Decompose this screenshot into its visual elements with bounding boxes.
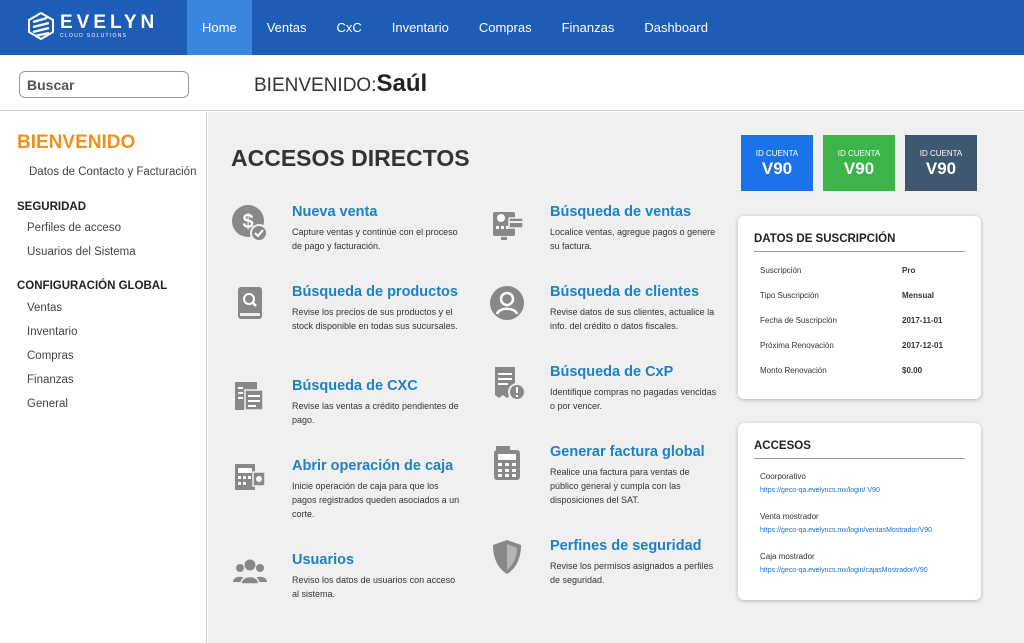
nav-cxc[interactable]: CxC [321,0,376,55]
badge-label: ID CUENTA [837,149,881,158]
sidebar-item-ventas[interactable]: Ventas [27,302,62,314]
shortcut-title[interactable]: Generar factura global [550,444,705,460]
shortcut-desc: Revise los permisos asignados a perfiles… [550,561,714,585]
sidebar-item-system-users[interactable]: Usuarios del Sistema [27,246,136,258]
subscription-key: Tipo Suscripción [760,291,819,300]
users-icon [233,559,267,585]
shortcut-desc: Inicie operación de caja para que los pa… [292,481,460,519]
shortcut-title[interactable]: Abrir operación de caja [292,458,453,474]
account-id-badge[interactable]: ID CUENTA V90 [905,135,977,191]
sidebar-item-access-profiles[interactable]: Perfiles de acceso [27,222,121,234]
subscription-key: Próxima Renovación [760,341,834,350]
divider [754,251,965,252]
shortcut-title[interactable]: Búsqueda de clientes [550,284,699,300]
divider [754,458,965,459]
welcome-prefix: BIENVENIDO: [254,75,377,96]
sidebar-item-finanzas[interactable]: Finanzas [27,374,74,386]
brand-logo[interactable]: EVELYN CLOUD SOLUTIONS [28,12,158,40]
sidebar-heading-config: CONFIGURACIÓN GLOBAL [17,280,168,292]
shortcut-desc: Realice una factura para ventas de públi… [550,467,690,505]
nav-dashboard[interactable]: Dashboard [629,0,723,55]
shortcut-desc: Identifique compras no pagadas vencidas … [550,387,717,411]
sidebar-item-contact[interactable]: Datos de Contacto y Facturación [29,166,196,178]
shortcut-desc: Capture ventas y continúe con el proceso… [292,227,458,251]
access-link[interactable]: https://geco-qa.evelyncs.mx/login/cajasM… [760,567,928,574]
brand-tagline: CLOUD SOLUTIONS [60,33,128,39]
header-row [0,55,1024,111]
welcome-user: Saúl [376,70,428,97]
brand-name: EVELYN [60,12,159,33]
nav-inventario[interactable]: Inventario [377,0,464,55]
shortcut-title[interactable]: Perfines de seguridad [550,538,702,554]
sidebar-item-general[interactable]: General [27,398,68,410]
nav-compras[interactable]: Compras [464,0,547,55]
welcome-message: BIENVENIDO:Saúl [254,70,427,98]
badge-label: ID CUENTA [755,149,799,158]
access-label: Caja mostrador [760,552,815,561]
account-id-badge[interactable]: ID CUENTA V90 [741,135,813,191]
access-link[interactable]: https://geco-qa.evelyncs.mx/login/ventas… [760,527,932,534]
shortcut-desc: Reviso los datos de usuarios con acceso … [292,575,456,599]
access-label: Coorporativo [760,472,806,481]
main-nav: Home Ventas CxC Inventario Compras Finan… [187,0,723,55]
subscription-key: Monto Renovación [760,366,827,375]
access-label: Venta mostrador [760,512,819,521]
subscription-key: Fecha de Suscripción [760,316,837,325]
badge-label: ID CUENTA [919,149,963,158]
cash-register-icon [235,464,266,490]
logo-icon [28,12,54,40]
nav-ventas[interactable]: Ventas [252,0,322,55]
access-card: ACCESOS Coorporativo https://geco-qa.eve… [738,423,981,600]
badge-value: V90 [843,159,875,178]
sidebar: BIENVENIDO Datos de Contacto y Facturaci… [0,112,207,643]
sidebar-item-compras[interactable]: Compras [27,350,74,362]
search-input[interactable] [19,71,189,98]
nav-finanzas[interactable]: Finanzas [547,0,630,55]
subscription-value: Pro [902,266,916,275]
shortcut-desc: Revise datos de sus clientes, actualice … [550,307,715,331]
shortcut-title[interactable]: Búsqueda de productos [292,284,458,300]
subscription-value: Mensual [902,291,935,300]
subscription-title: DATOS DE SUSCRIPCIÓN [754,233,896,245]
shortcut-desc: Revise las ventas a crédito pendientes d… [292,401,459,425]
shield-icon [493,540,521,574]
nav-home[interactable]: Home [187,0,252,55]
subscription-key: Suscripción [760,266,802,275]
shortcut-title[interactable]: Búsqueda de CXC [292,378,418,394]
receipt-alert-icon [495,367,526,401]
badge-value: V90 [761,159,793,178]
subscription-value: 2017-11-01 [902,316,943,325]
sidebar-item-inventario[interactable]: Inventario [27,326,78,338]
access-title: ACCESOS [754,440,811,452]
pos-terminal-icon [493,212,524,240]
account-id-badge[interactable]: ID CUENTA V90 [823,135,895,191]
access-link[interactable]: https://geco-qa.evelyncs.mx/login/ V90 [760,487,880,494]
top-navbar: EVELYN CLOUD SOLUTIONS Home Ventas CxC I… [0,0,1024,55]
subscription-value: $0.00 [902,366,923,375]
sidebar-title: BIENVENIDO [17,132,136,153]
calculator-icon [494,446,520,480]
badge-value: V90 [925,159,957,178]
user-circle-icon [490,286,524,320]
shortcut-title[interactable]: Usuarios [292,552,354,568]
shortcut-title[interactable]: Búsqueda de CxP [550,364,673,380]
catalog-search-icon [238,287,262,319]
money-check-icon: $ [232,205,268,242]
receivables-icon [235,382,264,411]
shortcut-title[interactable]: Nueva venta [292,204,377,220]
sidebar-heading-security: SEGURIDAD [17,201,87,213]
shortcut-title[interactable]: Búsqueda de ventas [550,204,691,220]
main-content: ACCESOS DIRECTOS $ Nueva venta Capture v… [208,112,1024,643]
shortcut-desc: Revise los precios de sus productos y el… [292,307,458,331]
page-title: ACCESOS DIRECTOS [231,145,470,171]
shortcut-desc: Localice ventas, agregue pagos o genere … [550,227,716,251]
subscription-card: DATOS DE SUSCRIPCIÓN Suscripción Pro Tip… [738,216,981,399]
subscription-value: 2017-12-01 [902,341,943,350]
